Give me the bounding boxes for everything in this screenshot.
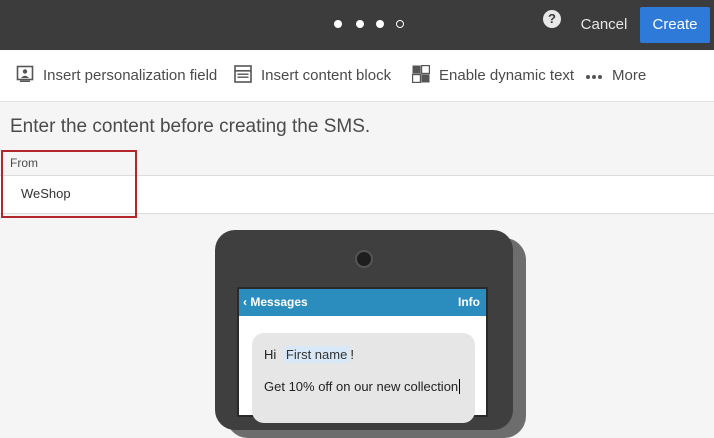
step-dot-2 <box>356 20 364 28</box>
more-icon <box>585 67 603 84</box>
sms-exclamation: ! <box>350 347 354 362</box>
messages-back-label: Messages <box>250 295 308 309</box>
step-dot-3 <box>376 20 384 28</box>
cancel-button[interactable]: Cancel <box>574 8 634 42</box>
insert-personalization-field-label: Insert personalization field <box>43 67 218 84</box>
page-instructions: Enter the content before creating the SM… <box>10 116 371 137</box>
info-link[interactable]: Info <box>458 295 480 309</box>
step-dot-1 <box>334 20 342 28</box>
enable-dynamic-text-button[interactable]: Enable dynamic text <box>411 50 575 101</box>
create-button[interactable]: Create <box>640 7 710 43</box>
sms-greeting-line: Hi First name! <box>264 346 354 363</box>
sms-body-line[interactable]: Get 10% off on our new collection <box>264 379 461 394</box>
messages-back-link[interactable]: ‹ Messages <box>243 295 308 309</box>
dynamic-text-icon <box>411 64 431 87</box>
phone-camera <box>355 250 373 268</box>
sms-body-text: Get 10% off on our new collection <box>264 379 459 394</box>
step-dot-4 <box>396 20 404 28</box>
chevron-left-icon: ‹ <box>243 295 247 309</box>
messages-header: ‹ Messages Info <box>239 289 486 316</box>
top-bar: ? Cancel Create <box>0 0 714 50</box>
enable-dynamic-text-label: Enable dynamic text <box>439 67 575 84</box>
help-icon[interactable]: ? <box>543 10 561 28</box>
editor-toolbar: Insert personalization field Insert cont… <box>0 50 714 102</box>
from-highlight-box <box>1 150 137 218</box>
personalization-field-token[interactable]: First name <box>282 346 351 363</box>
more-button[interactable]: More <box>585 50 646 101</box>
insert-personalization-field-button[interactable]: Insert personalization field <box>16 50 217 101</box>
insert-content-block-button[interactable]: Insert content block <box>234 50 391 101</box>
personalization-icon <box>16 65 34 87</box>
insert-content-block-label: Insert content block <box>261 67 392 84</box>
text-caret <box>459 379 461 394</box>
sms-greeting: Hi <box>264 347 277 362</box>
content-block-icon <box>234 64 252 87</box>
more-label: More <box>612 67 647 84</box>
